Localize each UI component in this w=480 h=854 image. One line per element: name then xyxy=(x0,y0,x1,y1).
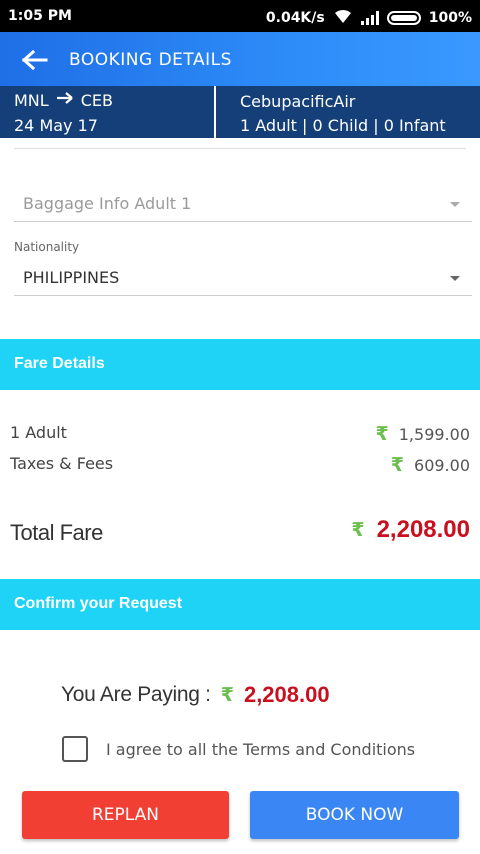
divider xyxy=(214,86,216,138)
chevron-down-icon xyxy=(450,276,460,281)
paying-amount: 2,208.00 xyxy=(243,682,330,707)
nationality-dropdown[interactable]: PHILIPPINES xyxy=(14,260,472,296)
destination-code: CEB xyxy=(80,90,113,110)
replan-button[interactable]: REPLAN xyxy=(22,791,229,839)
baggage-dropdown[interactable]: Baggage Info Adult 1 xyxy=(14,186,472,222)
airline-name: CebupacificAir xyxy=(240,92,356,111)
arrow-right-icon xyxy=(55,90,75,110)
origin-code: MNL xyxy=(14,90,49,110)
signal-icon xyxy=(360,11,379,25)
section-title: Fare Details xyxy=(14,355,105,372)
nationality-value: PHILIPPINES xyxy=(23,268,120,287)
section-title: Confirm your Request xyxy=(14,595,183,612)
paying-label: You Are Paying : xyxy=(61,683,211,706)
route: MNL CEB xyxy=(14,90,113,110)
fare-value: 1,599.00 xyxy=(398,424,470,444)
total-fare-value: 2,208.00 xyxy=(376,516,470,543)
fare-details-header: Fare Details xyxy=(0,339,480,390)
rupee-icon: ₹ xyxy=(351,519,365,541)
status-bar: 1:05 PM 0.04K/s 100% xyxy=(0,0,480,32)
fare-label: Taxes & Fees xyxy=(10,454,114,473)
terms-row: I agree to all the Terms and Conditions xyxy=(62,735,415,763)
network-speed: 0.04K/s xyxy=(265,10,325,26)
fare-value: 609.00 xyxy=(414,455,470,475)
fare-row: Taxes & Fees ₹ 609.00 xyxy=(10,452,470,476)
total-fare-row: Total Fare ₹ 2,208.00 xyxy=(10,516,470,550)
page-title: BOOKING DETAILS xyxy=(69,50,232,70)
baggage-placeholder: Baggage Info Adult 1 xyxy=(23,194,192,213)
passenger-count: 1 Adult | 0 Child | 0 Infant xyxy=(240,116,446,135)
battery-level: 100% xyxy=(428,10,472,26)
confirm-request-header: Confirm your Request xyxy=(0,579,480,630)
status-right: 0.04K/s 100% xyxy=(266,8,472,28)
flight-summary: MNL CEB 24 May 17 CebupacificAir 1 Adult… xyxy=(0,86,480,138)
fare-amount: ₹ 609.00 xyxy=(391,454,470,476)
wifi-icon xyxy=(333,8,353,28)
chevron-down-icon xyxy=(450,202,460,207)
terms-text: I agree to all the Terms and Conditions xyxy=(106,739,416,759)
total-fare-amount: ₹ 2,208.00 xyxy=(351,516,470,544)
app-bar: BOOKING DETAILS xyxy=(0,32,480,86)
battery-icon xyxy=(386,11,421,25)
fare-row: 1 Adult ₹ 1,599.00 xyxy=(10,421,470,445)
fare-amount: ₹ 1,599.00 xyxy=(376,423,470,445)
book-now-button[interactable]: BOOK NOW xyxy=(250,791,459,839)
status-time: 1:05 PM xyxy=(8,8,72,24)
nationality-label: Nationality xyxy=(14,240,80,254)
arrow-left-icon[interactable] xyxy=(20,45,50,75)
rupee-icon: ₹ xyxy=(375,423,389,445)
terms-checkbox[interactable] xyxy=(62,736,88,762)
paying-summary: You Are Paying : ₹ 2,208.00 xyxy=(61,678,330,712)
flight-date: 24 May 17 xyxy=(14,116,98,135)
rupee-icon: ₹ xyxy=(390,454,405,476)
divider xyxy=(14,148,466,149)
rupee-icon: ₹ xyxy=(220,684,234,706)
fare-label: 1 Adult xyxy=(10,423,67,442)
total-fare-label: Total Fare xyxy=(10,520,103,545)
